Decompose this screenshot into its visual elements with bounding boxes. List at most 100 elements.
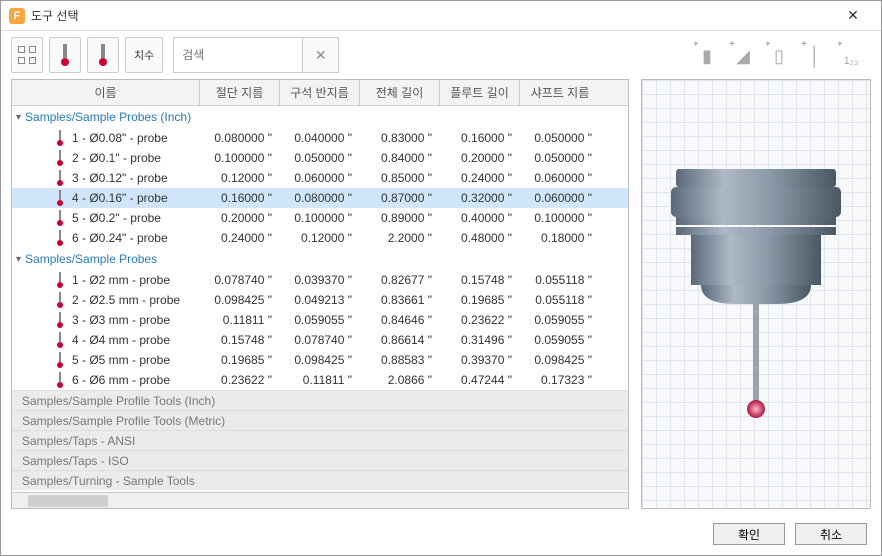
probe-filter-1-button[interactable] bbox=[49, 37, 81, 73]
add-flat-endmill-icon[interactable]: ▮ bbox=[697, 43, 717, 67]
cell-flute: 0.16000 " bbox=[440, 131, 520, 145]
group-name: Samples/Sample Probes bbox=[25, 252, 157, 266]
col-total-len[interactable]: 전체 길이 bbox=[360, 80, 440, 105]
cell-flute: 0.48000 " bbox=[440, 231, 520, 245]
probe-icon bbox=[56, 332, 64, 348]
cell-total: 0.87000 " bbox=[360, 191, 440, 205]
cell-total: 0.85000 " bbox=[360, 171, 440, 185]
table-row[interactable]: 6 - Ø0.24" - probe0.24000 "0.12000 "2.20… bbox=[12, 228, 628, 248]
add-probe-icon[interactable]: │ bbox=[805, 43, 825, 67]
cell-total: 0.83661 " bbox=[360, 293, 440, 307]
cell-total: 0.82677 " bbox=[360, 273, 440, 287]
cell-corner: 0.11811 " bbox=[280, 373, 360, 387]
dimensions-button[interactable]: 치수 bbox=[125, 37, 163, 73]
cell-total: 2.2000 " bbox=[360, 231, 440, 245]
cell-flute: 0.24000 " bbox=[440, 171, 520, 185]
cell-shaft: 0.059055 " bbox=[520, 333, 600, 347]
clear-search-button[interactable]: ✕ bbox=[303, 37, 339, 73]
scrollbar-thumb[interactable] bbox=[28, 495, 108, 507]
add-holder-icon[interactable]: ▯ bbox=[769, 43, 789, 67]
cell-name: 6 - Ø6 mm - probe bbox=[12, 372, 200, 388]
table-row[interactable]: 3 - Ø0.12" - probe0.12000 " 0.060000 " 0.8… bbox=[12, 168, 628, 188]
collapsed-group-row[interactable]: Samples/Sample Profile Tools (Inch) bbox=[12, 390, 628, 410]
table-row[interactable]: 2 - Ø2.5 mm - probe0.098425 "0.049213 "0… bbox=[12, 290, 628, 310]
cell-corner: 0.12000 " bbox=[280, 231, 360, 245]
cell-total: 2.0866 " bbox=[360, 373, 440, 387]
cell-name: 1 - Ø0.08" - probe bbox=[12, 130, 200, 146]
table-row[interactable]: 4 - Ø4 mm - probe0.15748 "0.078740 "0.86… bbox=[12, 330, 628, 350]
collapsed-group-row[interactable]: Samples/Taps - ISO bbox=[12, 450, 628, 470]
probe-icon bbox=[56, 230, 64, 246]
cell-cut: 0.16000 " bbox=[200, 191, 280, 205]
probe-icon bbox=[56, 190, 64, 206]
probe-icon bbox=[56, 292, 64, 308]
probe-icon bbox=[56, 372, 64, 388]
col-shaft-dia[interactable]: 샤프트 지름 bbox=[520, 80, 600, 105]
renumber-icon[interactable]: 1₂₃ bbox=[841, 43, 861, 67]
grid-header: 이름 절단 지름 구석 반지름 전체 길이 플루트 길이 샤프트 지름 bbox=[12, 80, 628, 106]
cell-shaft: 0.055118 " bbox=[520, 293, 600, 307]
collapsed-group-row[interactable]: Samples/Turning - Sample Tools bbox=[12, 470, 628, 490]
cell-total: 0.86614 " bbox=[360, 333, 440, 347]
horizontal-scrollbar[interactable] bbox=[12, 492, 628, 508]
dialog-buttons: 확인 취소 bbox=[713, 523, 867, 545]
ok-button[interactable]: 확인 bbox=[713, 523, 785, 545]
cell-name: 3 - Ø0.12" - probe bbox=[12, 170, 200, 186]
close-button[interactable]: ✕ bbox=[833, 7, 873, 24]
cell-flute: 0.40000 " bbox=[440, 211, 520, 225]
cell-total: 0.83000 " bbox=[360, 131, 440, 145]
cell-shaft: 0.059055 " bbox=[520, 313, 600, 327]
cell-cut: 0.100000 " bbox=[200, 151, 280, 165]
probe-filter-2-button[interactable] bbox=[87, 37, 119, 73]
search-box: ✕ bbox=[173, 37, 339, 73]
cell-shaft: 0.17323 " bbox=[520, 373, 600, 387]
collapsed-group-row[interactable]: Samples/Taps - ANSI bbox=[12, 430, 628, 450]
cell-cut: 0.12000 " bbox=[200, 171, 280, 185]
col-name[interactable]: 이름 bbox=[12, 80, 200, 105]
tool-grid: 이름 절단 지름 구석 반지름 전체 길이 플루트 길이 샤프트 지름 ▾Sam… bbox=[11, 79, 629, 509]
search-input[interactable] bbox=[173, 37, 303, 73]
chevron-down-icon: ▾ bbox=[16, 112, 21, 123]
col-cut-dia[interactable]: 절단 지름 bbox=[200, 80, 280, 105]
cancel-button[interactable]: 취소 bbox=[795, 523, 867, 545]
probe-icon bbox=[59, 44, 71, 66]
add-drill-icon[interactable]: ◢ bbox=[733, 43, 753, 67]
cell-name: 3 - Ø3 mm - probe bbox=[12, 312, 200, 328]
cell-shaft: 0.060000 " bbox=[520, 171, 600, 185]
table-row[interactable]: 1 - Ø2 mm - probe0.078740 "0.039370 "0.8… bbox=[12, 270, 628, 290]
cell-name: 4 - Ø4 mm - probe bbox=[12, 332, 200, 348]
table-row[interactable]: 5 - Ø0.2" - probe0.20000 "0.100000 "0.89… bbox=[12, 208, 628, 228]
table-row[interactable]: 1 - Ø0.08" - probe0.080000 "0.040000 "0.… bbox=[12, 128, 628, 148]
col-flute-len[interactable]: 플루트 길이 bbox=[440, 80, 520, 105]
titlebar: F 도구 선택 ✕ bbox=[1, 1, 881, 31]
collapsed-group-row[interactable]: Samples/Sample Profile Tools (Metric) bbox=[12, 410, 628, 430]
cell-flute: 0.39370 " bbox=[440, 353, 520, 367]
probe-icon bbox=[97, 44, 109, 66]
cell-total: 0.84646 " bbox=[360, 313, 440, 327]
table-row[interactable]: 5 - Ø5 mm - probe0.19685 "0.098425 "0.88… bbox=[12, 350, 628, 370]
probe-icon bbox=[56, 210, 64, 226]
cell-flute: 0.20000 " bbox=[440, 151, 520, 165]
cell-cut: 0.19685 " bbox=[200, 353, 280, 367]
cell-name: 6 - Ø0.24" - probe bbox=[12, 230, 200, 246]
cell-corner: 0.059055 " bbox=[280, 313, 360, 327]
group-row[interactable]: ▾Samples/Sample Probes (Inch) bbox=[12, 106, 628, 128]
table-row[interactable]: 4 - Ø0.16" - probe0.16000 "0.080000 "0.8… bbox=[12, 188, 628, 208]
probe-icon bbox=[56, 130, 64, 146]
tool-preview-svg bbox=[656, 119, 856, 469]
probe-icon bbox=[56, 272, 64, 288]
layout-grid-button[interactable] bbox=[11, 37, 43, 73]
probe-icon bbox=[56, 312, 64, 328]
cell-corner: 0.040000 " bbox=[280, 131, 360, 145]
table-row[interactable]: 6 - Ø6 mm - probe0.23622 "0.11811 "2.086… bbox=[12, 370, 628, 390]
window-title: 도구 선택 bbox=[31, 7, 833, 24]
cell-name: 2 - Ø2.5 mm - probe bbox=[12, 292, 200, 308]
cell-flute: 0.47244 " bbox=[440, 373, 520, 387]
cell-cut: 0.15748 " bbox=[200, 333, 280, 347]
table-row[interactable]: 2 - Ø0.1" - probe0.100000 "0.050000 "0.8… bbox=[12, 148, 628, 168]
group-row[interactable]: ▾Samples/Sample Probes bbox=[12, 248, 628, 270]
col-corner-r[interactable]: 구석 반지름 bbox=[280, 80, 360, 105]
cell-total: 0.84000 " bbox=[360, 151, 440, 165]
table-row[interactable]: 3 - Ø3 mm - probe0.11811 "0.059055 "0.84… bbox=[12, 310, 628, 330]
grid-body[interactable]: ▾Samples/Sample Probes (Inch)1 - Ø0.08" … bbox=[12, 106, 628, 492]
